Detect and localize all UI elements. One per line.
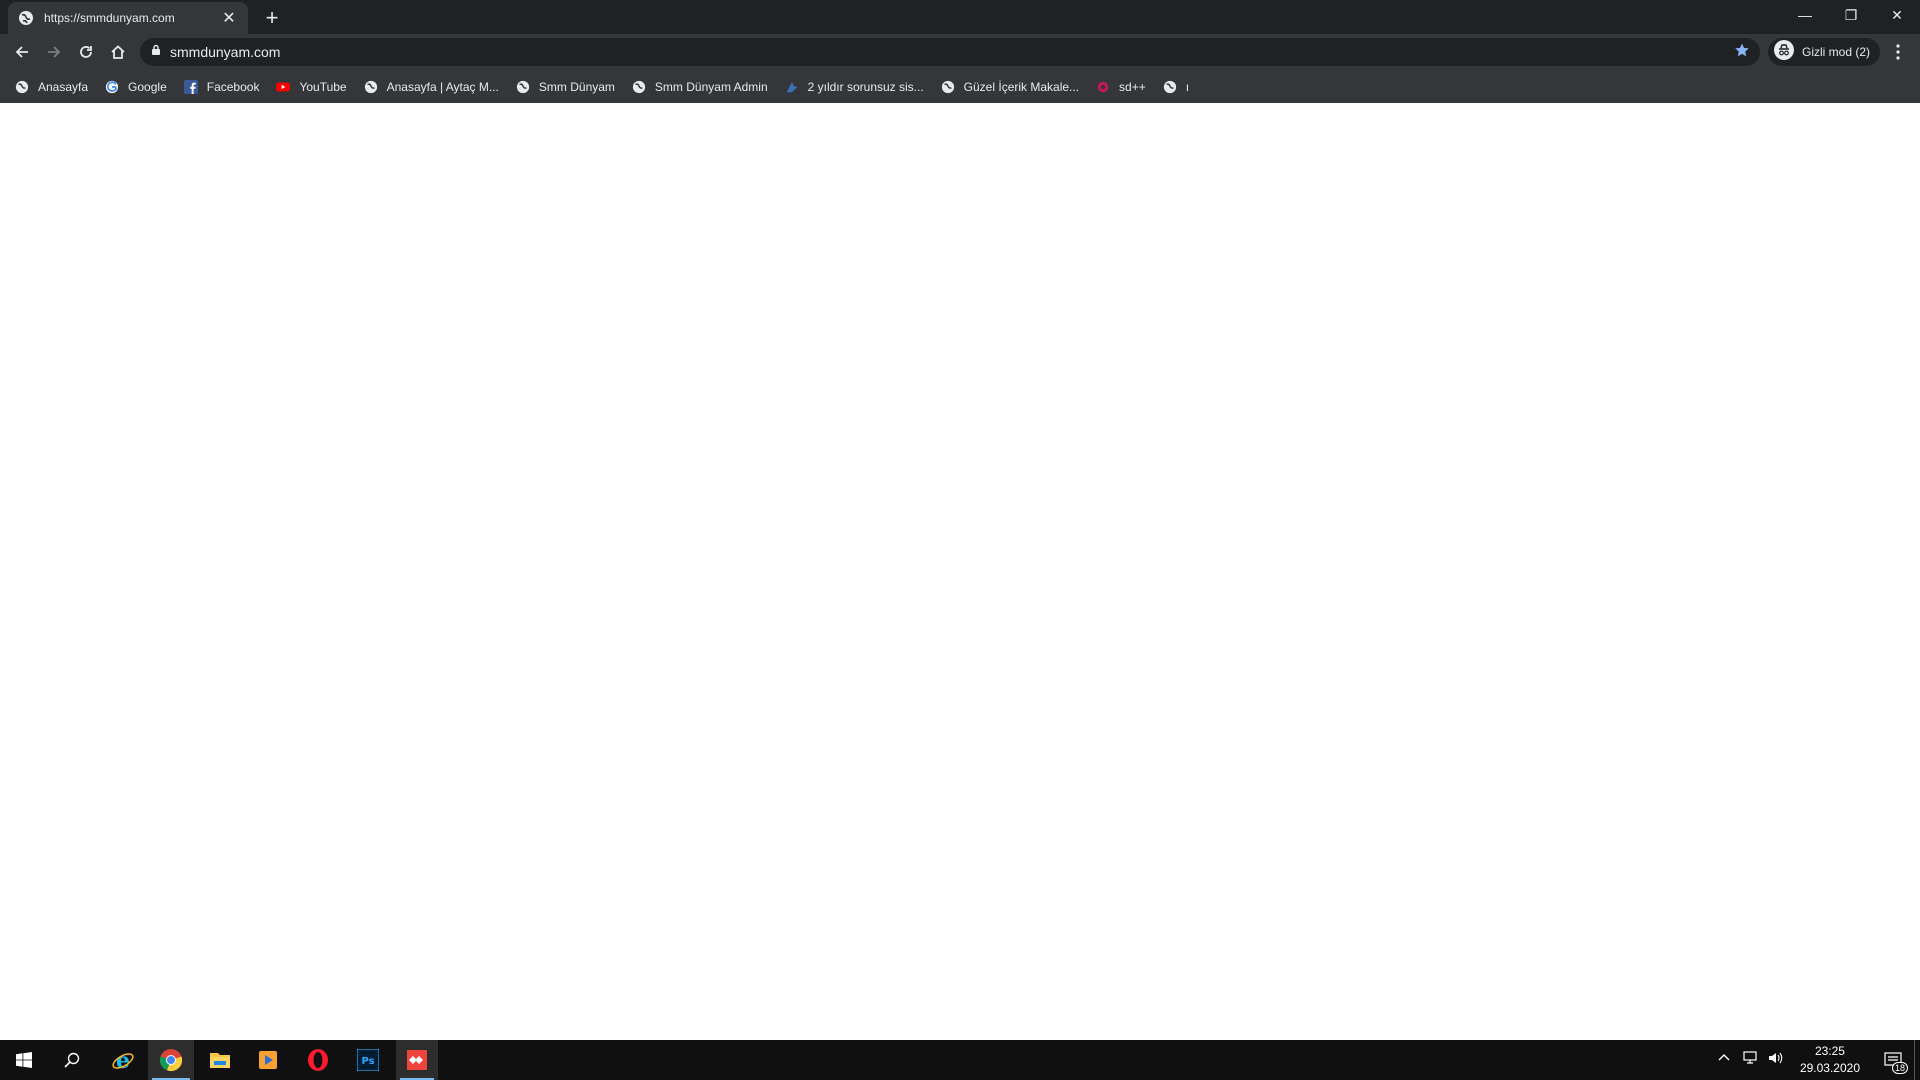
site-icon (1095, 79, 1111, 95)
site-icon (784, 79, 800, 95)
folder-icon (210, 1053, 230, 1068)
globe-icon (631, 79, 647, 95)
search-button[interactable] (48, 1040, 96, 1080)
volume-icon[interactable] (1768, 1051, 1784, 1070)
kebab-menu-icon (1896, 44, 1900, 60)
anydesk-icon (407, 1050, 427, 1070)
bookmark-smm-dunyam-admin[interactable]: Smm Dünyam Admin (631, 75, 768, 99)
arrow-right-icon (48, 46, 61, 58)
bookmark-guzel-icerik[interactable]: Güzel İçerik Makale... (940, 75, 1079, 99)
globe-icon (363, 79, 379, 95)
tab-title: https://smmdunyam.com (44, 11, 175, 25)
page-content (0, 103, 1920, 1040)
chrome-icon (159, 1049, 183, 1072)
reload-button[interactable] (70, 36, 102, 68)
taskbar-file-explorer[interactable] (198, 1040, 242, 1080)
window-controls: — ❐ ✕ (1782, 0, 1920, 30)
bookmark-anasayfa-aytac[interactable]: Anasayfa | Aytaç M... (363, 75, 499, 99)
globe-icon (515, 79, 531, 95)
tab-strip: https://smmdunyam.com ✕ + — ❐ ✕ (0, 0, 1920, 34)
forward-button[interactable] (38, 36, 70, 68)
youtube-icon (275, 79, 291, 95)
internet-explorer-icon: e (112, 1048, 134, 1072)
clock-time: 23:25 (1814, 1044, 1845, 1058)
start-button[interactable] (0, 1040, 48, 1080)
profile-button[interactable]: Gizli mod (2) (1768, 38, 1880, 66)
taskbar-chrome[interactable] (148, 1040, 194, 1080)
bookmark-google[interactable]: Google (104, 75, 167, 99)
notifications-button[interactable]: 18 (1872, 1040, 1914, 1080)
network-icon[interactable] (1742, 1050, 1758, 1070)
globe-icon (1162, 79, 1178, 95)
taskbar: e Ps 23:25 29.03.2020 18 (0, 1040, 1920, 1080)
opera-icon (308, 1049, 328, 1071)
star-icon[interactable] (1734, 42, 1750, 63)
google-icon (104, 79, 120, 95)
facebook-icon (183, 79, 199, 95)
browser-chrome: https://smmdunyam.com ✕ + — ❐ ✕ smmdunya… (0, 0, 1920, 103)
globe-icon (940, 79, 956, 95)
chevron-up-icon[interactable] (1718, 1051, 1730, 1069)
back-button[interactable] (6, 36, 38, 68)
photoshop-icon: Ps (357, 1049, 379, 1071)
bookmark-2-yildir[interactable]: 2 yıldır sorunsuz sis... (784, 75, 924, 99)
notification-count-badge: 18 (1891, 1062, 1908, 1074)
bookmark-i[interactable]: ı (1162, 75, 1189, 99)
minimize-icon[interactable]: — (1782, 0, 1828, 30)
bookmark-youtube[interactable]: YouTube (275, 75, 347, 99)
address-bar[interactable]: smmdunyam.com (140, 38, 1760, 66)
taskbar-internet-explorer[interactable]: e (102, 1040, 144, 1080)
toolbar: smmdunyam.com Gizli mod (2) (0, 34, 1920, 70)
clock-date: 29.03.2020 (1799, 1061, 1860, 1075)
profile-label: Gizli mod (2) (1802, 45, 1871, 59)
taskbar-photoshop[interactable]: Ps (346, 1040, 390, 1080)
taskbar-opera[interactable] (296, 1040, 340, 1080)
close-window-icon[interactable]: ✕ (1874, 0, 1920, 30)
new-tab-button[interactable]: + (260, 5, 284, 30)
system-tray: 23:25 29.03.2020 18 (1718, 1040, 1920, 1080)
home-button[interactable] (102, 36, 134, 68)
clock[interactable]: 23:25 29.03.2020 (1800, 1043, 1860, 1077)
arrow-left-icon (15, 46, 28, 58)
bookmarks-bar: Anasayfa Google Facebook YouTube Anasayf… (0, 70, 1920, 103)
tab-active[interactable]: https://smmdunyam.com ✕ (8, 2, 248, 34)
incognito-icon (1774, 39, 1794, 65)
bookmark-smm-dunyam[interactable]: Smm Dünyam (515, 75, 615, 99)
taskbar-media-player[interactable] (246, 1040, 290, 1080)
bookmark-facebook[interactable]: Facebook (183, 75, 259, 99)
home-icon (111, 45, 125, 59)
bookmark-sdpp[interactable]: sd++ (1095, 75, 1146, 99)
globe-icon (18, 10, 34, 26)
reload-icon (80, 46, 92, 58)
taskbar-anydesk[interactable] (396, 1040, 438, 1080)
restore-icon[interactable]: ❐ (1828, 0, 1874, 30)
menu-button[interactable] (1888, 42, 1908, 62)
bookmark-anasayfa[interactable]: Anasayfa (14, 75, 88, 99)
media-player-icon (259, 1051, 277, 1069)
search-icon (64, 1052, 80, 1068)
svg-text:Ps: Ps (361, 1056, 374, 1067)
lock-icon (150, 43, 162, 61)
windows-icon (16, 1052, 32, 1068)
close-tab-icon[interactable]: ✕ (220, 9, 238, 27)
globe-icon (14, 79, 30, 95)
url-text: smmdunyam.com (170, 44, 281, 60)
show-desktop-button[interactable] (1914, 1040, 1920, 1080)
